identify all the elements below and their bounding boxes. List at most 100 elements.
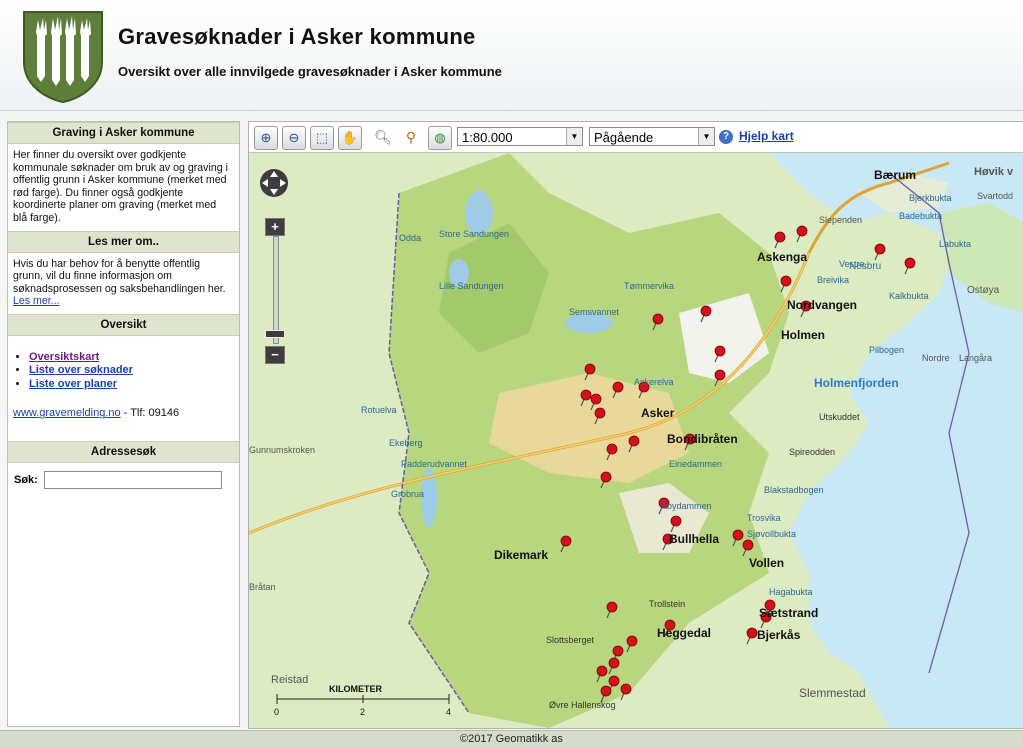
zoom-out-icon[interactable]: ⊖ [282, 126, 306, 150]
sidebar: Graving i Asker kommune Her finner du ov… [7, 121, 240, 727]
globe-icon[interactable]: ◍ [428, 126, 452, 150]
place-label: Heggedal [657, 626, 711, 640]
water-label: Slependen [819, 215, 862, 225]
pan-hand-icon[interactable]: ✋ [338, 126, 362, 150]
section-body-les-mer: Hvis du har behov for å benytte offentli… [8, 253, 239, 314]
page-title: Gravesøknader i Asker kommune [118, 24, 476, 49]
scale-select[interactable]: 1:80.000 ▼ [457, 127, 583, 146]
water-label: Ekeberg [389, 438, 423, 448]
water-label: Åbydammen [661, 501, 712, 511]
water-label: Tømmervika [624, 281, 674, 291]
list-item: Oversiktskart [29, 351, 233, 365]
scale-tick: 2 [360, 707, 365, 717]
section-heading-adressesok: Adressesøk [8, 440, 239, 463]
water-label: Breivika [817, 275, 849, 285]
water-label: Spireodden [789, 447, 835, 457]
scale-tick: 0 [274, 707, 279, 717]
section-text-graving: Her finner du oversikt over godkjente ko… [13, 149, 228, 224]
place-label: Askenga [757, 250, 807, 264]
liste-soknader-link[interactable]: Liste over søknader [29, 364, 133, 376]
water-label: Hagabukta [769, 587, 813, 597]
water-label: Trosvika [747, 513, 781, 523]
scale-tick: 4 [446, 707, 451, 717]
zoom-handle[interactable] [265, 330, 285, 338]
footer: ©2017 Geomatikk as [0, 730, 1023, 748]
section-heading-les-mer: Les mer om.. [8, 230, 239, 253]
water-label: Svartodd [977, 191, 1013, 201]
contact-line: www.gravemelding.no - Tlf: 09146 [13, 407, 233, 420]
water-label: Einedammen [669, 459, 722, 469]
section-heading-oversikt: Oversikt [8, 313, 239, 336]
section-text-les-mer: Hvis du har behov for å benytte offentli… [13, 257, 226, 295]
place-label: Asker [641, 406, 675, 420]
find-icon[interactable]: ⚲ [400, 126, 422, 148]
water-label: Lille Sandungen [439, 281, 504, 291]
scale-title: KILOMETER [329, 684, 382, 694]
status-filter-select[interactable]: Pågående ▼ [589, 127, 715, 146]
water-label: Labukta [939, 239, 971, 249]
place-label: Bjerkås [757, 628, 801, 642]
phone-text: - Tlf: 09146 [120, 407, 180, 420]
gravemelding-link[interactable]: www.gravemelding.no [13, 407, 121, 419]
help-map-link[interactable]: Hjelp kart [739, 129, 794, 143]
water-label: Grobrua [391, 489, 424, 499]
water-label: Badebukta [899, 211, 942, 221]
list-item: Liste over søknader [29, 364, 233, 378]
filter-value: Pågående [594, 130, 654, 145]
water-label: Kalkbukta [889, 291, 929, 301]
place-label: Dikemark [494, 548, 548, 562]
scale-value: 1:80.000 [462, 130, 513, 145]
page-subtitle: Oversikt over alle innvilgede gravesøkna… [118, 64, 502, 79]
water-label: Odda [399, 233, 421, 243]
water-label: Askerelva [634, 377, 674, 387]
water-label: Slottsberget [546, 635, 595, 645]
water-label: Langåra [959, 353, 992, 363]
place-label: Vollen [749, 556, 784, 570]
water-label: Semsvannet [569, 307, 620, 317]
liste-planer-link[interactable]: Liste over planer [29, 378, 117, 390]
search-label: Søk: [14, 473, 38, 486]
map-toolbar: ⊕ ⊖ ⬚ ✋ 🔍︎ ⚲ ◍ 1:80.000 ▼ Pågående ▼ ? H… [249, 122, 1023, 153]
water-label: Rotuelva [361, 405, 397, 415]
list-item: Liste over planer [29, 378, 233, 392]
place-label: Høvik v [974, 166, 1014, 178]
map-canvas[interactable]: Bærum Høvik v Askenga Nesbru Nordvangen … [249, 153, 1023, 728]
chevron-down-icon: ▼ [698, 128, 714, 145]
place-label: Bondibråten [667, 432, 738, 446]
chevron-down-icon: ▼ [566, 128, 582, 145]
water-label: Bråtan [249, 582, 276, 592]
water-label: Sjøvollbukta [747, 529, 796, 539]
section-body-oversikt: Oversiktskart Liste over søknader Liste … [8, 336, 239, 441]
page-header: Gravesøknader i Asker kommune Oversikt o… [0, 0, 1023, 111]
pan-control-icon[interactable] [259, 168, 289, 198]
les-mer-link[interactable]: Les mer... [13, 295, 60, 307]
water-label: Vestre [839, 259, 865, 269]
place-label: Bullhella [669, 532, 719, 546]
water-label: Gunnumskroken [249, 445, 315, 455]
place-label: Slemmestad [799, 686, 866, 700]
place-label: Reistad [271, 674, 308, 686]
water-label: Pilbogen [869, 345, 904, 355]
place-label: Sætstrand [759, 606, 818, 620]
oversiktskart-link[interactable]: Oversiktskart [29, 351, 99, 363]
zoom-in-icon[interactable]: ⊕ [254, 126, 278, 150]
water-label: Øvre Hallenskog [549, 700, 616, 710]
place-label: Holmen [781, 328, 825, 342]
address-search-input[interactable] [43, 470, 222, 489]
water-label: Nordre [922, 353, 950, 363]
water-label: Blakstadbogen [764, 485, 824, 495]
zoom-plus-icon[interactable]: + [265, 218, 285, 236]
address-search-row: Søk: [8, 463, 239, 497]
water-label: Store Sandungen [439, 229, 509, 239]
zoom-minus-icon[interactable]: − [265, 346, 285, 364]
help-icon[interactable]: ? [719, 130, 733, 144]
zoom-box-icon[interactable]: ⬚ [310, 126, 334, 150]
search-icon[interactable]: 🔍︎ [372, 126, 394, 148]
place-label: Nordvangen [787, 298, 857, 312]
overview-links: Oversiktskart Liste over søknader Liste … [13, 351, 233, 392]
zoom-slider[interactable]: + − [265, 218, 285, 368]
section-heading-graving: Graving i Asker kommune [8, 122, 239, 144]
map-panel: ⊕ ⊖ ⬚ ✋ 🔍︎ ⚲ ◍ 1:80.000 ▼ Pågående ▼ ? H… [248, 121, 1023, 729]
asker-coat-of-arms-logo [23, 11, 103, 104]
place-label: Bærum [874, 168, 916, 182]
